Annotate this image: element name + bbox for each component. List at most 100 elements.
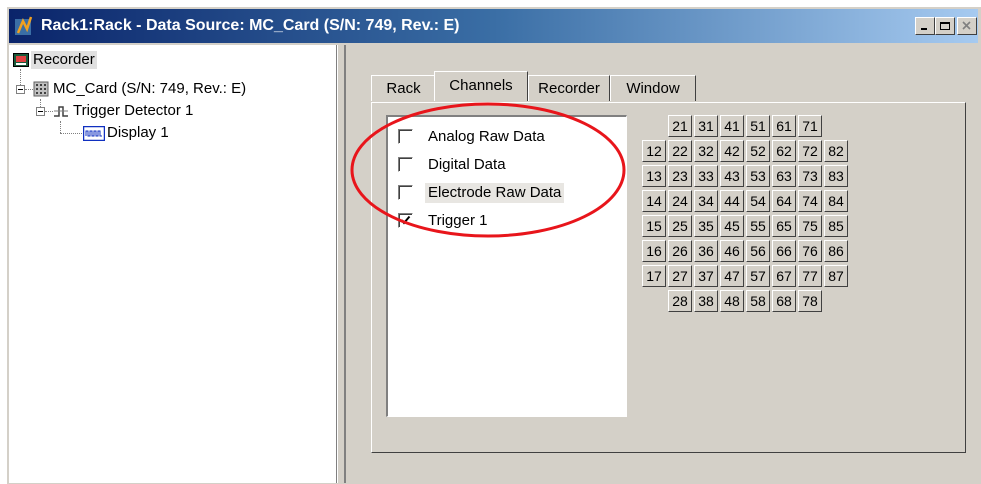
channel-button[interactable]: 35 <box>694 215 718 237</box>
channel-button[interactable]: 72 <box>798 140 822 162</box>
channel-button[interactable]: 43 <box>720 165 744 187</box>
channel-button[interactable]: 55 <box>746 215 770 237</box>
electrode-raw-data-label: Electrode Raw Data <box>425 183 565 203</box>
channel-button[interactable]: 31 <box>694 115 718 137</box>
maximize-icon <box>940 22 950 30</box>
tree-line <box>60 133 82 134</box>
channel-button[interactable]: 66 <box>772 240 796 262</box>
channel-button[interactable]: 65 <box>772 215 796 237</box>
channel-button[interactable]: 52 <box>746 140 770 162</box>
tab-channels[interactable]: Channels <box>434 71 528 101</box>
tab-rack[interactable]: Rack <box>371 75 436 101</box>
channel-button[interactable]: 75 <box>798 215 822 237</box>
card-icon <box>33 81 49 97</box>
channel-button[interactable]: 33 <box>694 165 718 187</box>
channel-button[interactable]: 68 <box>772 290 796 312</box>
channel-button[interactable]: 61 <box>772 115 796 137</box>
data-stream-list: Analog Raw Data Digital Data Electrode R… <box>386 115 627 417</box>
tree-item-mc-card[interactable]: MC_Card (S/N: 749, Rev.: E) <box>53 80 246 98</box>
tab-window[interactable]: Window <box>610 75 696 101</box>
tree-item-trigger-detector[interactable]: Trigger Detector 1 <box>73 102 193 120</box>
channel-button[interactable]: 64 <box>772 190 796 212</box>
channel-button[interactable]: 53 <box>746 165 770 187</box>
channel-button[interactable]: 78 <box>798 290 822 312</box>
channel-button[interactable]: 12 <box>642 140 666 162</box>
channel-button[interactable]: 16 <box>642 240 666 262</box>
trigger-1-label: Trigger 1 <box>428 212 488 229</box>
display-icon <box>83 126 105 141</box>
channel-button[interactable]: 87 <box>824 265 848 287</box>
tree-line <box>25 89 33 90</box>
trigger-1-checkbox[interactable] <box>398 213 413 228</box>
channel-button[interactable]: 63 <box>772 165 796 187</box>
channel-button[interactable]: 46 <box>720 240 744 262</box>
minimize-icon <box>921 28 927 30</box>
channel-button[interactable]: 85 <box>824 215 848 237</box>
electrode-raw-data-checkbox[interactable] <box>398 185 413 200</box>
channel-button[interactable]: 83 <box>824 165 848 187</box>
channel-button[interactable]: 14 <box>642 190 666 212</box>
channel-button[interactable]: 42 <box>720 140 744 162</box>
close-icon <box>962 21 971 30</box>
channel-button[interactable]: 73 <box>798 165 822 187</box>
trigger-detector-icon <box>54 106 68 117</box>
channel-button[interactable]: 58 <box>746 290 770 312</box>
channel-button[interactable]: 32 <box>694 140 718 162</box>
title-bar[interactable]: Rack1:Rack - Data Source: MC_Card (S/N: … <box>9 9 978 43</box>
recorder-icon <box>13 53 29 67</box>
channel-button[interactable]: 76 <box>798 240 822 262</box>
channel-button[interactable]: 77 <box>798 265 822 287</box>
channel-button[interactable]: 45 <box>720 215 744 237</box>
channel-button[interactable]: 82 <box>824 140 848 162</box>
analog-raw-data-checkbox[interactable] <box>398 129 413 144</box>
channel-button[interactable]: 37 <box>694 265 718 287</box>
channel-button[interactable]: 17 <box>642 265 666 287</box>
channel-button[interactable]: 22 <box>668 140 692 162</box>
channel-button[interactable]: 25 <box>668 215 692 237</box>
channel-button[interactable]: 71 <box>798 115 822 137</box>
digital-data-checkbox[interactable] <box>398 157 413 172</box>
tree-item-recorder[interactable]: Recorder <box>31 51 97 69</box>
channel-button[interactable]: 26 <box>668 240 692 262</box>
channel-button[interactable]: 48 <box>720 290 744 312</box>
channel-button[interactable]: 67 <box>772 265 796 287</box>
channel-button[interactable]: 34 <box>694 190 718 212</box>
expander-mc-card[interactable] <box>16 85 25 94</box>
maximize-button[interactable] <box>935 17 955 35</box>
channel-button[interactable]: 62 <box>772 140 796 162</box>
channel-button[interactable]: 36 <box>694 240 718 262</box>
analog-raw-data-label: Analog Raw Data <box>428 128 545 145</box>
channel-button[interactable]: 13 <box>642 165 666 187</box>
channel-button[interactable]: 47 <box>720 265 744 287</box>
app-icon <box>15 16 33 35</box>
channel-button[interactable]: 56 <box>746 240 770 262</box>
tree-line <box>45 111 53 112</box>
channel-button[interactable]: 57 <box>746 265 770 287</box>
minimize-button[interactable] <box>915 17 935 35</box>
checkmark-icon <box>400 215 411 225</box>
pane-splitter[interactable] <box>337 45 345 483</box>
tab-recorder[interactable]: Recorder <box>528 75 610 101</box>
channel-button[interactable]: 54 <box>746 190 770 212</box>
channel-button[interactable]: 24 <box>668 190 692 212</box>
channel-button[interactable]: 15 <box>642 215 666 237</box>
rack-tree: Recorder MC_Card (S/N: 749, Rev.: E) Tri… <box>9 45 337 483</box>
digital-data-label: Digital Data <box>428 156 506 173</box>
channel-button[interactable]: 51 <box>746 115 770 137</box>
settings-pane: Rack Channels Recorder Window Analog Raw… <box>345 45 978 483</box>
channel-button[interactable]: 28 <box>668 290 692 312</box>
channel-button[interactable]: 86 <box>824 240 848 262</box>
close-button[interactable] <box>957 17 977 35</box>
expander-trigger-detector[interactable] <box>36 107 45 116</box>
tree-item-display[interactable]: Display 1 <box>107 124 169 142</box>
channel-button[interactable]: 84 <box>824 190 848 212</box>
channel-button[interactable]: 38 <box>694 290 718 312</box>
channel-button[interactable]: 44 <box>720 190 744 212</box>
tree-line <box>60 121 61 133</box>
channel-button[interactable]: 23 <box>668 165 692 187</box>
channel-button[interactable]: 74 <box>798 190 822 212</box>
channel-button[interactable]: 21 <box>668 115 692 137</box>
channel-button[interactable]: 41 <box>720 115 744 137</box>
channel-button[interactable]: 27 <box>668 265 692 287</box>
rack-window: Rack1:Rack - Data Source: MC_Card (S/N: … <box>6 6 981 484</box>
